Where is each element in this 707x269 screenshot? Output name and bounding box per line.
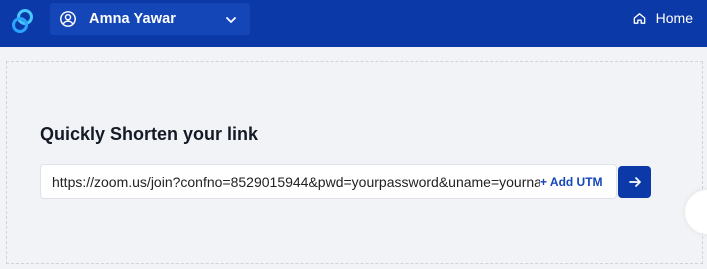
shorten-submit-button[interactable] [618,166,651,198]
add-utm-button[interactable]: + Add UTM [540,175,603,189]
user-circle-icon [60,11,76,27]
chevron-down-icon [226,17,236,23]
shortener-panel [6,61,703,264]
app-logo-icon[interactable] [8,6,38,36]
home-link[interactable]: Home [632,10,693,26]
url-input[interactable] [52,165,540,198]
page-title: Quickly Shorten your link [40,124,259,144]
home-label: Home [655,10,693,26]
top-navbar: Amna Yawar Home [0,0,707,47]
url-input-box[interactable] [40,164,617,199]
home-icon [633,12,645,24]
arrow-right-icon [628,177,641,187]
user-name: Amna Yawar [89,11,176,27]
user-menu-button[interactable]: Amna Yawar [50,3,250,35]
